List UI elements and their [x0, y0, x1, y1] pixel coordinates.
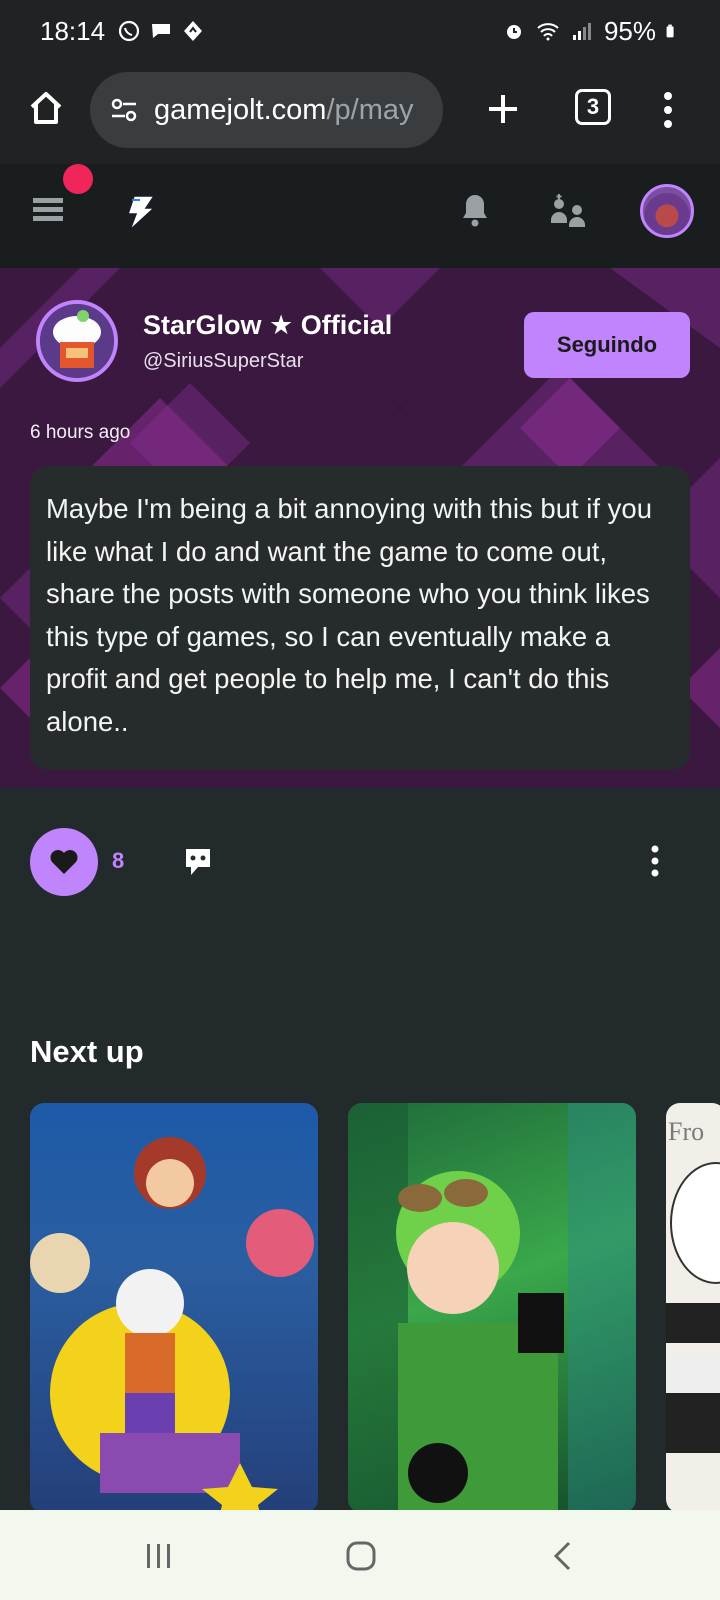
next-up-heading: Next up	[30, 1034, 144, 1069]
status-right: 95%	[502, 16, 680, 47]
new-tab-icon[interactable]	[486, 92, 520, 126]
post-actions: 8	[0, 788, 720, 928]
card-artwork	[348, 1103, 636, 1513]
url-text: gamejolt.com/p/may	[154, 94, 414, 127]
site-header	[0, 164, 720, 268]
bell-icon[interactable]	[460, 192, 490, 228]
comment-icon[interactable]	[183, 846, 213, 878]
battery-percent: 95%	[603, 15, 656, 46]
author-handle[interactable]: @SiriusSuperStar	[143, 350, 303, 373]
alarm-icon	[506, 25, 521, 39]
card-partial-title: Fro	[668, 1117, 705, 1146]
status-bar: 18:14 95%	[0, 0, 720, 62]
author-name[interactable]: StarGlow ★ Official	[143, 310, 392, 341]
tab-count: 3	[586, 94, 600, 119]
gamejolt-logo-icon[interactable]	[120, 194, 156, 232]
wifi-icon	[537, 23, 559, 41]
browser-menu-icon[interactable]	[654, 90, 682, 130]
like-count[interactable]: 8	[112, 848, 124, 874]
tabs-button[interactable]: 3	[575, 89, 611, 125]
home-nav-icon[interactable]	[346, 1540, 376, 1572]
author-avatar[interactable]	[36, 300, 118, 382]
signal-icon	[572, 23, 591, 40]
follow-button[interactable]: Seguindo	[524, 312, 690, 378]
card-artwork	[666, 1162, 720, 1453]
friends-icon[interactable]	[550, 194, 586, 228]
user-avatar[interactable]	[640, 184, 694, 238]
status-left-icons	[117, 19, 205, 43]
post-timestamp: 6 hours ago	[30, 422, 131, 443]
navigation-icon	[184, 21, 203, 41]
browser-toolbar: gamejolt.com/p/may 3	[0, 62, 720, 164]
battery-icon	[666, 24, 674, 38]
post-header: StarGlow ★ Official @SiriusSuperStar Seg…	[0, 268, 720, 788]
next-up-card[interactable]	[30, 1103, 318, 1513]
url-bar[interactable]: gamejolt.com/p/may	[90, 72, 443, 148]
site-settings-icon[interactable]	[108, 94, 140, 126]
heart-icon	[50, 850, 78, 874]
chat-icon	[152, 24, 171, 38]
hamburger-icon[interactable]	[33, 196, 63, 224]
notification-dot	[63, 164, 93, 194]
home-icon[interactable]	[26, 88, 66, 128]
whatsapp-icon	[118, 20, 140, 42]
system-nav-bar	[0, 1510, 720, 1600]
like-button[interactable]	[30, 828, 98, 896]
more-options-icon[interactable]	[648, 844, 662, 878]
url-path: /p/may	[326, 93, 414, 126]
card-artwork	[30, 1137, 314, 1513]
back-icon[interactable]	[552, 1540, 572, 1572]
url-host: gamejolt.com	[154, 93, 327, 126]
author-avatar-image	[40, 304, 114, 378]
post-body: Maybe I'm being a bit annoying with this…	[30, 466, 690, 770]
next-up-card[interactable]: Fro	[666, 1103, 720, 1513]
recent-apps-icon[interactable]	[144, 1542, 174, 1570]
status-time: 18:14	[40, 15, 106, 46]
next-up-card[interactable]	[348, 1103, 636, 1513]
